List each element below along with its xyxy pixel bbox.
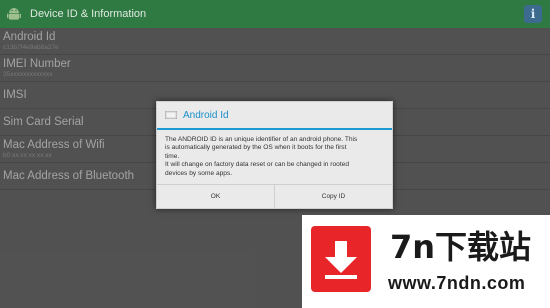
dialog-header: Android Id: [157, 102, 392, 130]
app-title: Device ID & Information: [30, 8, 147, 20]
android-id-dialog: Android Id The ANDROID ID is an unique i…: [156, 101, 393, 209]
dialog-message-line: devices by some apps.: [165, 169, 233, 177]
action-bar: Device ID & Information i: [0, 0, 550, 28]
watermark: 7n下载站 www.7ndn.com: [302, 215, 550, 308]
dialog-title: Android Id: [183, 109, 229, 121]
dialog-message-line: The ANDROID ID is an unique identifier o…: [165, 136, 358, 143]
dialog-message: The ANDROID ID is an unique identifier o…: [157, 130, 392, 184]
info-icon[interactable]: i: [524, 5, 542, 23]
dialog-button-bar: OK Copy ID: [157, 184, 392, 208]
ok-button[interactable]: OK: [157, 185, 274, 208]
android-icon[interactable]: [0, 0, 28, 28]
copy-id-button[interactable]: Copy ID: [274, 185, 392, 208]
dialog-message-line: time.: [165, 152, 180, 160]
android-icon: [165, 110, 177, 120]
watermark-url: www.7ndn.com: [388, 273, 526, 293]
watermark-name: 7n下载站: [390, 228, 532, 266]
download-arrow-icon: [311, 226, 371, 292]
dialog-message-line: is automatically generated by the OS whe…: [165, 144, 347, 152]
dialog-message-line: It will change on factory data reset or …: [165, 161, 350, 169]
